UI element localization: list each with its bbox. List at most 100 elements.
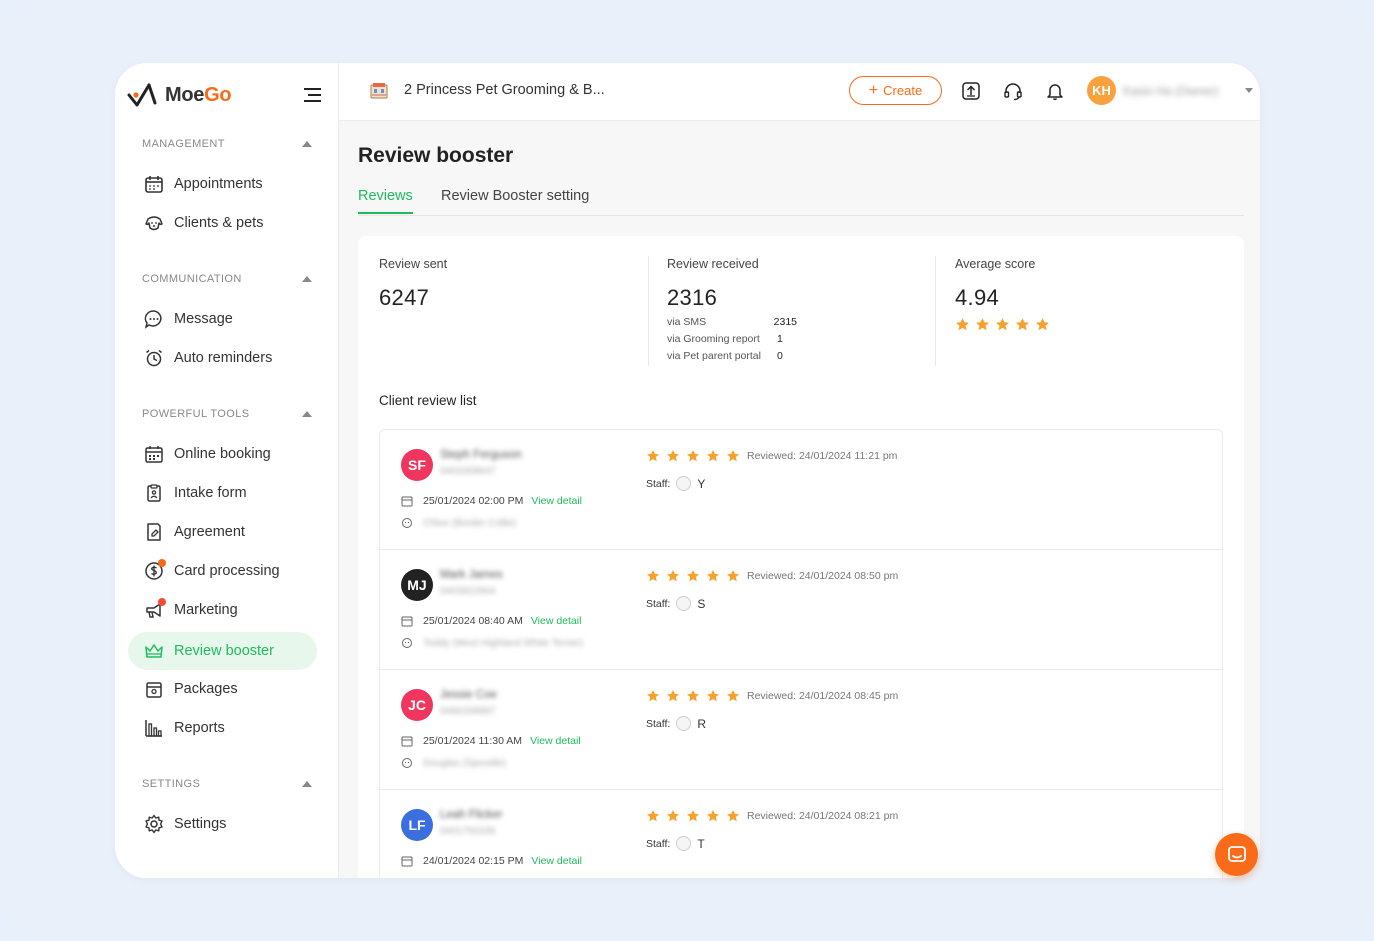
tab-bar: Reviews Review Booster setting <box>358 188 1244 216</box>
topbar: 2 Princess Pet Grooming & B... + Create K… <box>339 63 1260 121</box>
sidebar-item-auto-reminders[interactable]: Auto reminders <box>128 339 317 377</box>
view-detail-link[interactable]: View detail <box>530 735 581 747</box>
client-avatar[interactable]: JC <box>401 689 433 721</box>
sidebar-item-reports[interactable]: Reports <box>128 709 317 747</box>
sidebar-item-marketing[interactable]: Marketing <box>128 591 317 629</box>
dollar-coin-icon <box>144 559 166 581</box>
view-detail-link[interactable]: View detail <box>531 855 582 867</box>
pet-icon <box>402 638 412 648</box>
view-detail-link[interactable]: View detail <box>531 615 582 627</box>
stat-review-received: Review received 2316 via SMS 2315 via Gro… <box>667 257 797 362</box>
stat-review-sent: Review sent 6247 <box>379 257 448 310</box>
pet-info: Chloe (Border Collie) <box>401 517 516 529</box>
client-phone: 0466338887 <box>440 706 496 717</box>
star-icon <box>686 570 700 582</box>
business-name[interactable]: 2 Princess Pet Grooming & B... <box>404 82 605 98</box>
upload-icon[interactable] <box>961 81 981 101</box>
star-icon <box>726 690 740 702</box>
sidebar-item-clients-pets[interactable]: Clients & pets <box>128 204 317 242</box>
review-row: JC Jessie Coe 0466338887 25/01/2024 11:3… <box>380 670 1222 790</box>
section-settings[interactable]: SETTINGS <box>142 778 312 790</box>
calendar-icon <box>401 616 413 627</box>
notification-dot <box>158 559 166 567</box>
review-stars: Reviewed: 24/01/2024 11:21 pm <box>646 449 897 463</box>
client-name[interactable]: Mark James <box>440 569 503 581</box>
section-powerful-tools[interactable]: POWERFUL TOOLS <box>142 408 312 420</box>
appointment-info: 24/01/2024 02:15 PM View detail <box>401 855 582 867</box>
client-avatar[interactable]: LF <box>401 809 433 841</box>
sidebar-item-settings[interactable]: Settings <box>128 805 317 843</box>
star-icon <box>686 690 700 702</box>
review-stars: Reviewed: 24/01/2024 08:50 pm <box>646 569 898 583</box>
client-name[interactable]: Steph Ferguson <box>440 449 522 461</box>
client-name[interactable]: Leah Flicker <box>440 809 503 821</box>
client-phone: 0403922964 <box>440 586 496 597</box>
staff-info: Staff: S <box>646 596 706 611</box>
client-avatar[interactable]: SF <box>401 449 433 481</box>
star-icon <box>726 810 740 822</box>
star-icon <box>666 690 680 702</box>
notification-dot <box>158 598 166 606</box>
staff-avatar <box>676 596 692 611</box>
client-name[interactable]: Jessie Coe <box>440 689 497 701</box>
app-window: MoeGo MANAGEMENT Appointments Clients & … <box>115 63 1260 878</box>
chat-support-button[interactable] <box>1215 833 1258 876</box>
user-name[interactable]: Kasio Ha (Owner) <box>1123 84 1218 98</box>
star-icon <box>976 318 989 331</box>
collapse-menu-icon[interactable] <box>302 87 322 103</box>
staff-avatar <box>676 836 692 851</box>
star-icon <box>666 810 680 822</box>
client-review-list: SF Steph Ferguson 0403358647 25/01/2024 … <box>379 429 1223 878</box>
average-stars <box>955 317 1055 332</box>
sidebar-item-message[interactable]: Message <box>128 300 317 338</box>
moego-logo[interactable]: MoeGo <box>127 81 232 109</box>
appointment-info: 25/01/2024 02:00 PM View detail <box>401 495 582 507</box>
sidebar-item-online-booking[interactable]: Online booking <box>128 435 317 473</box>
section-management[interactable]: MANAGEMENT <box>142 138 312 150</box>
view-detail-link[interactable]: View detail <box>531 495 582 507</box>
moego-logo-icon <box>127 83 157 107</box>
dog-face-icon <box>145 216 163 231</box>
star-icon <box>666 450 680 462</box>
sidebar-item-appointments[interactable]: Appointments <box>128 165 317 203</box>
star-icon <box>646 450 660 462</box>
sidebar-item-card-processing[interactable]: Card processing <box>128 552 317 590</box>
clipboard-icon <box>147 484 161 502</box>
sidebar-item-agreement[interactable]: Agreement <box>128 513 317 551</box>
star-icon <box>666 570 680 582</box>
create-button[interactable]: + Create <box>849 76 942 105</box>
bar-chart-icon <box>145 720 162 737</box>
star-icon <box>686 810 700 822</box>
review-stars: Reviewed: 24/01/2024 08:21 pm <box>646 809 898 823</box>
breakdown-pet-parent-portal: via Pet parent portal 0 <box>667 350 783 362</box>
user-avatar[interactable]: KH <box>1087 76 1116 105</box>
caret-up-icon <box>302 276 312 282</box>
page-title: Review booster <box>358 144 514 167</box>
sidebar-item-packages[interactable]: Packages <box>128 670 317 708</box>
breakdown-grooming-report: via Grooming report 1 <box>667 333 783 345</box>
star-icon <box>646 810 660 822</box>
sidebar-item-review-booster[interactable]: Review booster <box>128 632 317 670</box>
booking-calendar-icon <box>145 446 163 463</box>
stat-divider <box>648 256 649 366</box>
business-logo-icon[interactable] <box>369 81 389 101</box>
breakdown-sms: via SMS 2315 <box>667 316 797 328</box>
calendar-icon <box>401 736 413 747</box>
section-communication[interactable]: COMMUNICATION <box>142 273 312 285</box>
tab-review-booster-setting[interactable]: Review Booster setting <box>441 188 589 212</box>
chevron-down-icon[interactable] <box>1245 88 1253 93</box>
star-icon <box>1016 318 1029 331</box>
client-avatar[interactable]: MJ <box>401 569 433 601</box>
star-icon <box>726 450 740 462</box>
agreement-document-icon <box>147 523 161 541</box>
alarm-clock-icon <box>146 349 162 367</box>
star-icon <box>726 570 740 582</box>
bell-icon[interactable] <box>1045 81 1065 101</box>
stat-average-score: Average score 4.94 <box>955 257 1055 367</box>
headset-support-icon[interactable] <box>1003 81 1023 101</box>
logo-text: MoeGo <box>165 83 232 106</box>
crown-icon <box>145 644 163 658</box>
sidebar-item-intake-form[interactable]: Intake form <box>128 474 317 512</box>
stat-divider <box>935 256 936 366</box>
tab-reviews[interactable]: Reviews <box>358 188 413 214</box>
